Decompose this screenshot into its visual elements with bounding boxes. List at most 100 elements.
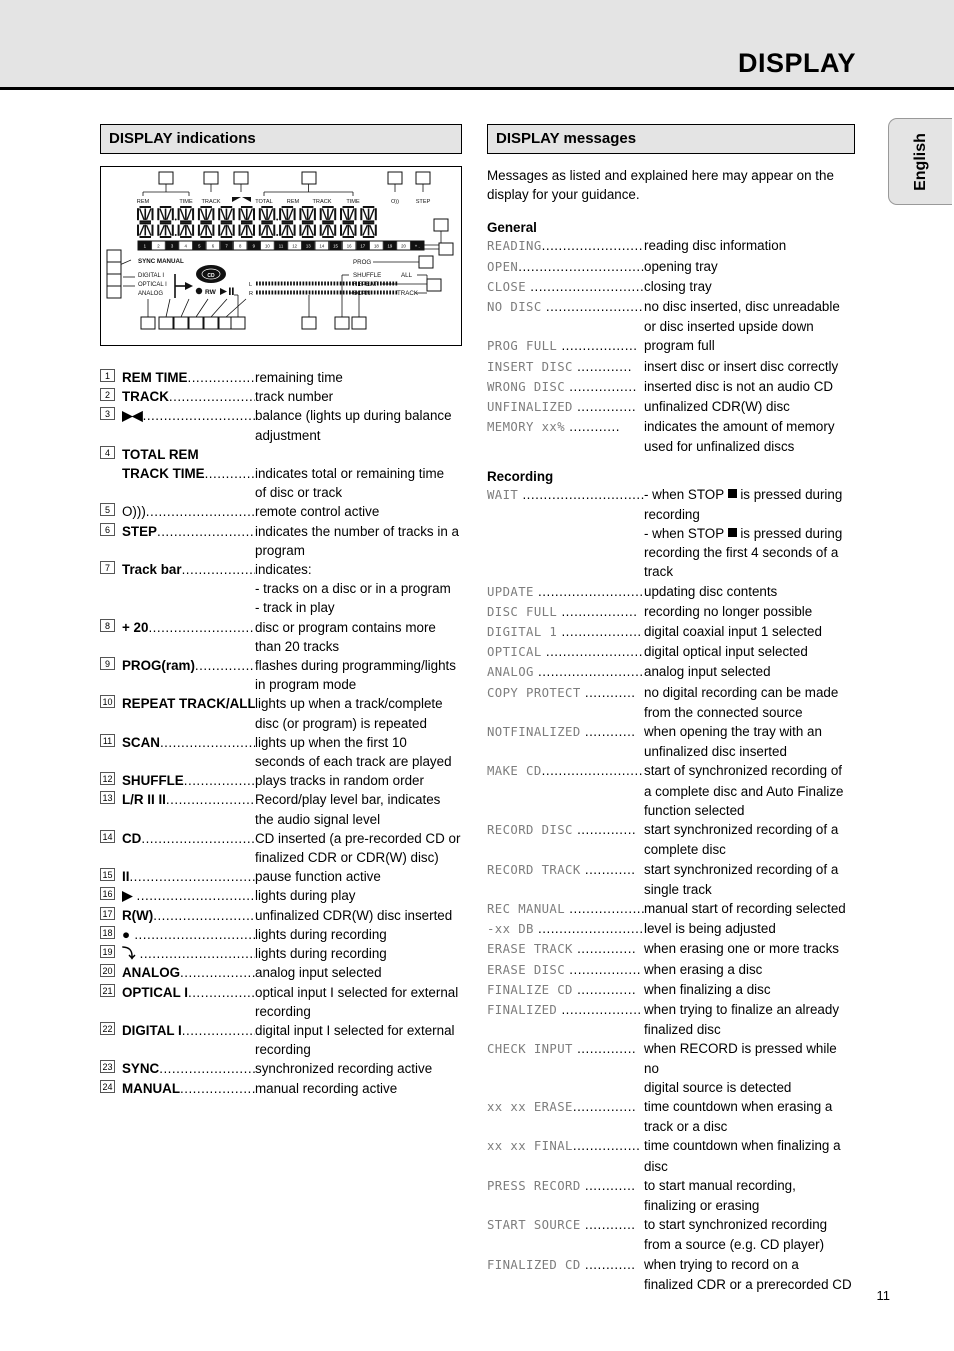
message-definition-continued: finalized CDR or a prerecorded CD [644, 1276, 852, 1292]
section-heading-display-indications: DISPLAY indications [100, 124, 462, 154]
message-definition-continued: or disc inserted upside down [644, 319, 814, 335]
list-item: 19 ⤵ ................................ligh… [100, 944, 462, 963]
item-term: SCAN [122, 734, 160, 750]
message-entry: ANALOG ........................... analog… [487, 662, 855, 682]
message-definition: digital optical input selected [644, 644, 808, 660]
message-entry: xx xx ERASE............... time countdown… [487, 1097, 855, 1136]
item-term-cell: TOTAL REM [122, 445, 255, 464]
message-code-text: START SOURCE [487, 1218, 581, 1233]
list-item: 2 TRACK........................track numb… [100, 387, 462, 406]
item-term-cell: OPTICAL I.................. [122, 983, 255, 1002]
message-definition-continued: used for unfinalized discs [644, 439, 795, 455]
message-code-text: RECORD TRACK [487, 862, 581, 877]
manual-page: DISPLAY English DISPLAY indications REM T… [0, 0, 954, 1351]
leader-dots: ................ [565, 378, 637, 394]
leader-dots: ......................... [533, 583, 644, 599]
list-item: 13 L/R II II...................... Record/… [100, 790, 462, 828]
item-definition: lights during play [255, 888, 356, 904]
list-item: 3 ▶◀............................. balance … [100, 406, 462, 444]
message-code-text: READING [487, 239, 542, 254]
item-term-cell: STEP............................ [122, 522, 255, 541]
leader-dots: ............ [580, 724, 636, 740]
leader-dots: ............ [580, 684, 636, 700]
leader-dots: .............. [572, 399, 637, 415]
item-number: 23 [100, 1060, 115, 1074]
message-entry: DIGITAL 1 ................... digital coa… [487, 622, 855, 642]
message-definition: when opening the tray with an [644, 724, 822, 740]
item-definition: plays tracks in random order [255, 773, 424, 789]
message-code: WRONG DISC ................ [487, 377, 644, 397]
svg-text:14: 14 [319, 244, 324, 249]
message-code: WAIT ................................. [487, 485, 644, 505]
item-number: 14 [100, 829, 115, 843]
display-panel-diagram: REM TIME TRACK TOTAL REM TRACK TIME O)) STEP 1 2 3 4… [100, 166, 462, 346]
leader-dots: .............. [572, 1041, 637, 1057]
message-entry: READING........................ reading d… [487, 236, 855, 256]
message-entry: PRESS RECORD ............ to start manual… [487, 1176, 855, 1215]
message-definition: recording no longer possible [644, 603, 813, 619]
item-term-cell: R(W)........................... [122, 906, 255, 925]
svg-text:REM: REM [137, 199, 150, 205]
item-definition: CD inserted (a pre-recorded CD or [255, 830, 461, 846]
item-number: 13 [100, 791, 115, 805]
item-term: DIGITAL I [122, 1022, 182, 1038]
item-number: 15 [100, 868, 115, 882]
leader-dots: ..................... [183, 773, 255, 789]
message-entry: NOTFINALIZED ............ when opening th… [487, 722, 855, 761]
item-definition: unfinalized CDR(W) disc inserted [255, 907, 453, 923]
leader-dots: .................. [187, 984, 255, 1000]
message-definition: when erasing a disc [644, 961, 763, 977]
message-entry: xx xx FINAL................ time countdow… [487, 1136, 855, 1175]
leader-dots: ................... [557, 1001, 642, 1017]
message-entry: CLOSE ............................. closi… [487, 277, 855, 297]
item-number: 16 [100, 887, 115, 901]
list-item: 23 SYNC..........................synchron… [100, 1059, 462, 1078]
message-definition: indicates the amount of memory [644, 419, 835, 435]
item-definition: synchronized recording active [255, 1061, 433, 1077]
list-item: 4 TOTAL REM [100, 445, 462, 464]
leader-dots: ................ [572, 1138, 641, 1154]
message-definition-continued: recording the first 4 seconds of a [644, 545, 839, 561]
message-definition: start synchronized recording of a [644, 861, 839, 877]
lcd-digit [137, 206, 154, 238]
leader-dots: ............ [565, 419, 620, 435]
message-entry: REC MANUAL .................. manual star… [487, 899, 855, 919]
svg-text:10: 10 [265, 244, 270, 249]
message-definition: when erasing one or more tracks [644, 941, 840, 957]
leader-dots: ....................... [541, 644, 643, 660]
item-term-cell: ▶ ............................... [122, 886, 255, 905]
message-code: FINALIZED ................... [487, 1000, 644, 1020]
message-definition: time countdown when erasing a [644, 1098, 833, 1114]
item-term: ● [122, 926, 131, 942]
leader-dots: ............................ [156, 523, 255, 539]
item-term-cell: PROG(ram)................. [122, 656, 255, 675]
lcd-digit [299, 206, 316, 238]
item-term-cell: TRACK........................ [122, 387, 255, 406]
svg-text:11: 11 [279, 244, 284, 249]
item-term-cell: SHUFFLE..................... [122, 771, 255, 790]
svg-text:SCAN: SCAN [353, 290, 370, 297]
item-definition [255, 445, 462, 464]
message-definition: start synchronized recording of a [644, 822, 839, 838]
message-code: xx xx ERASE............... [487, 1097, 644, 1117]
leader-dots: ................... [557, 624, 642, 640]
message-code-text: ANALOG [487, 665, 534, 680]
list-item: 18 ● ................................ligh… [100, 925, 462, 944]
message-code: MEMORY xx% ............ [487, 417, 644, 437]
message-code-text: NO DISC [487, 300, 542, 315]
lcd-digit [319, 206, 337, 238]
svg-text:O)): O)) [391, 199, 399, 205]
message-code: INSERT DISC ............. [487, 357, 644, 377]
svg-text:SHUFFLE: SHUFFLE [353, 272, 381, 279]
item-term: TRACK [122, 389, 169, 405]
item-term: REM TIME [122, 370, 188, 385]
leader-dots: ................................ [134, 926, 255, 942]
item-definition: disc or program contains more [255, 619, 436, 635]
message-definition: - when STOP is pressed during [644, 486, 843, 502]
leader-dots: .................. [557, 338, 638, 354]
message-entry: COPY PROTECT ............ no digital reco… [487, 683, 855, 722]
leader-dots: ................................. [145, 504, 255, 520]
item-definition-continued: the audio signal level [255, 811, 381, 827]
item-number: 19 [100, 945, 115, 959]
item-term: MANUAL [122, 1080, 181, 1096]
